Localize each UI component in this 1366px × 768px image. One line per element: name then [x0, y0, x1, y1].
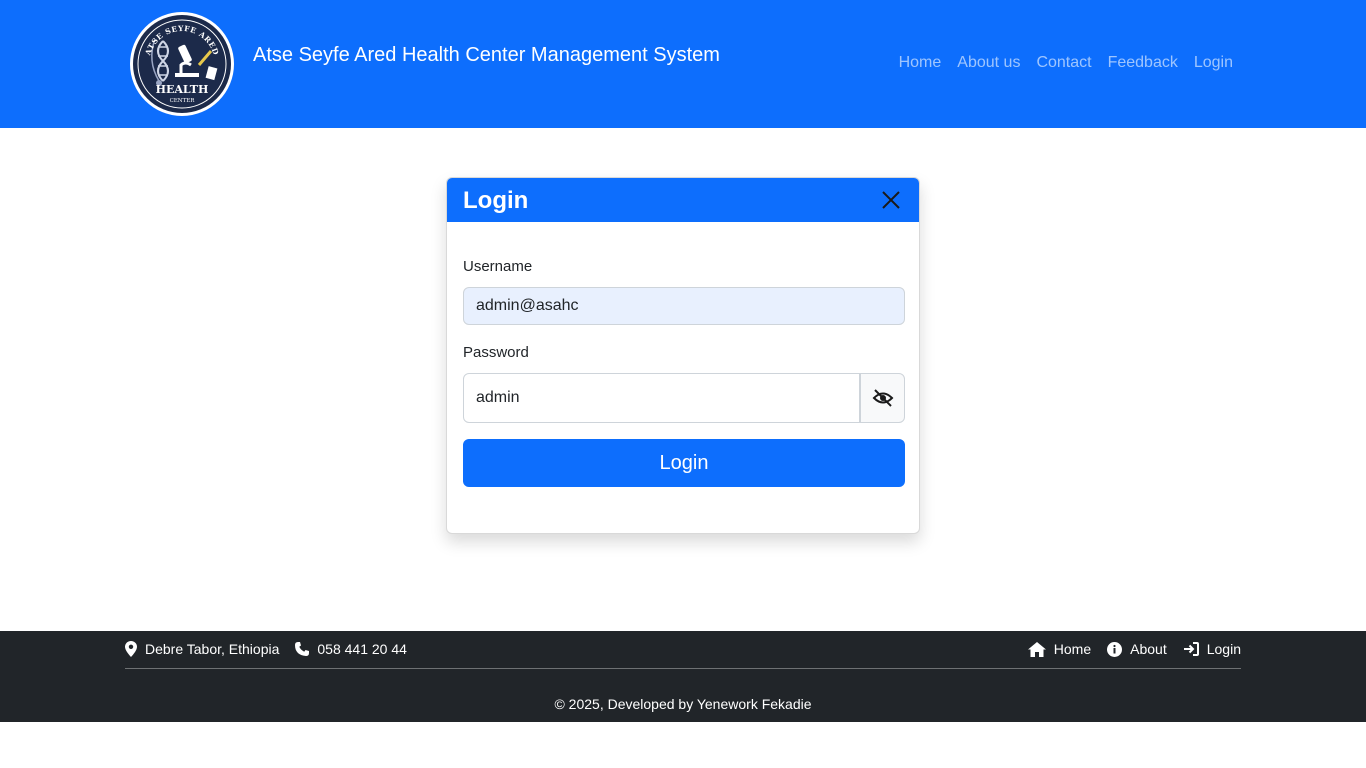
nav-about-us[interactable]: About us: [957, 54, 1020, 72]
footer-copyright: © 2025, Developed by Yenework Fekadie: [554, 696, 812, 712]
logo-main-text: HEALTH: [156, 83, 209, 96]
footer-contact-info: Debre Tabor, Ethiopia 058 441 20 44: [125, 641, 407, 657]
nav-contact[interactable]: Contact: [1036, 54, 1091, 72]
footer-link-home[interactable]: Home: [1027, 641, 1092, 657]
footer-link-login-label: Login: [1206, 641, 1241, 657]
phone-icon: [295, 642, 310, 656]
nav-home[interactable]: Home: [899, 54, 942, 72]
health-center-logo: ATSE SEYFE ARED HEALTH CENTER: [129, 11, 235, 117]
site-header: ATSE SEYFE ARED HEALTH CENTER Atse Seyfe…: [0, 0, 1366, 128]
footer-link-about-label: About: [1130, 641, 1167, 657]
site-title: Atse Seyfe Ared Health Center Management…: [253, 44, 720, 66]
footer-link-login[interactable]: Login: [1183, 641, 1241, 657]
password-label: Password: [463, 344, 529, 361]
toggle-password-visibility-button[interactable]: [860, 373, 905, 423]
footer-link-about[interactable]: About: [1107, 641, 1167, 657]
login-card: Login Username Password Login: [446, 177, 920, 534]
footer-link-home-label: Home: [1053, 641, 1092, 657]
sign-in-icon: [1183, 642, 1199, 656]
info-icon: [1107, 641, 1123, 657]
footer-phone-text: 058 441 20 44: [317, 641, 407, 657]
login-card-header: Login: [447, 178, 919, 222]
home-icon: [1027, 641, 1046, 657]
nav-login[interactable]: Login: [1194, 54, 1233, 72]
username-input[interactable]: [463, 287, 905, 325]
footer-location-text: Debre Tabor, Ethiopia: [145, 641, 280, 657]
footer-location: Debre Tabor, Ethiopia: [125, 641, 279, 657]
footer-phone: 058 441 20 44: [295, 641, 407, 657]
site-footer: Debre Tabor, Ethiopia 058 441 20 44 Home…: [0, 631, 1366, 722]
close-button[interactable]: [877, 186, 905, 214]
password-input[interactable]: [463, 373, 860, 423]
nav-feedback[interactable]: Feedback: [1108, 54, 1178, 72]
close-icon: [882, 191, 900, 209]
eye-slash-icon: [872, 389, 893, 407]
main-nav: Home About us Contact Feedback Login: [899, 54, 1233, 72]
username-label: Username: [463, 258, 533, 275]
logo-sub-text: CENTER: [170, 98, 196, 104]
login-submit-button[interactable]: Login: [463, 439, 905, 487]
map-marker-icon: [125, 641, 137, 657]
footer-divider: [125, 668, 1241, 669]
footer-links: Home About Login: [1027, 641, 1241, 657]
login-title: Login: [463, 187, 529, 214]
